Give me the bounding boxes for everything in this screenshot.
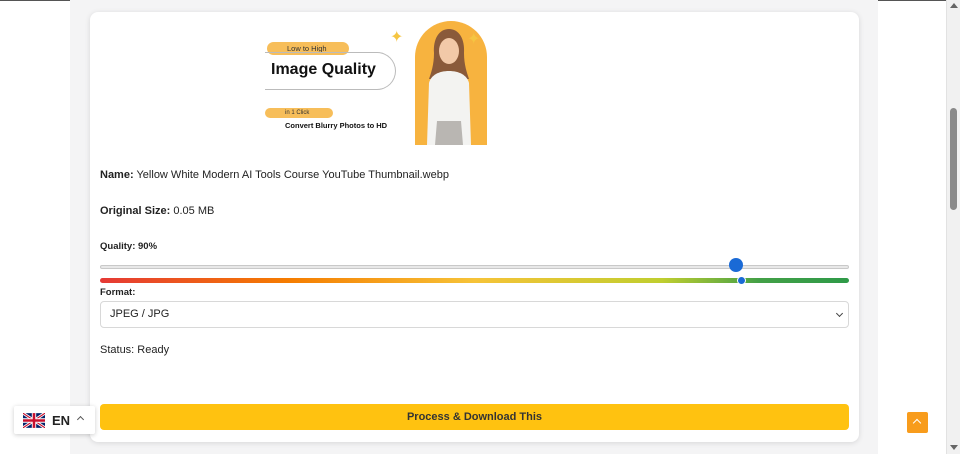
thumbnail-pill-bottom: in 1 Click — [265, 108, 333, 118]
sparkle-icon: ✦ — [467, 31, 481, 48]
quality-label: Quality: 90% — [100, 241, 158, 252]
chevron-up-icon — [76, 415, 85, 424]
image-thumbnail: Low to High Image Quality in 1 Click Con… — [265, 17, 487, 145]
file-name-value: Yellow White Modern AI Tools Course YouT… — [136, 169, 449, 181]
arrow-up-icon — [912, 418, 922, 428]
format-select-value: JPEG / JPG — [110, 308, 170, 320]
original-size-value: 0.05 MB — [173, 205, 215, 217]
quality-gradient-marker — [736, 276, 746, 285]
back-to-top-button[interactable] — [907, 412, 928, 433]
thumbnail-subline: Convert Blurry Photos to HD — [285, 121, 388, 130]
uk-flag-icon — [23, 413, 45, 428]
status-text: Status: Ready — [100, 344, 170, 356]
format-select[interactable]: JPEG / JPG — [100, 301, 849, 328]
scroll-up-icon[interactable] — [950, 3, 958, 8]
scrollbar[interactable] — [946, 0, 960, 454]
file-name-label: Name: — [100, 169, 134, 181]
process-download-button[interactable]: Process & Download This — [100, 404, 849, 430]
sparkle-icon: ✦ — [390, 29, 404, 46]
language-code: EN — [52, 413, 71, 428]
file-name-row: Name: Yellow White Modern AI Tools Cours… — [100, 169, 449, 181]
scrollbar-thumb[interactable] — [950, 108, 957, 210]
language-switcher[interactable]: EN — [14, 406, 95, 434]
original-size-label: Original Size: — [100, 205, 171, 217]
thumbnail-headline: Image Quality — [271, 61, 376, 78]
quality-slider-thumb[interactable] — [728, 258, 743, 272]
scroll-down-icon[interactable] — [950, 445, 958, 450]
chevron-down-icon — [835, 309, 844, 318]
original-size-row: Original Size: 0.05 MB — [100, 205, 214, 217]
format-label: Format: — [100, 287, 136, 298]
